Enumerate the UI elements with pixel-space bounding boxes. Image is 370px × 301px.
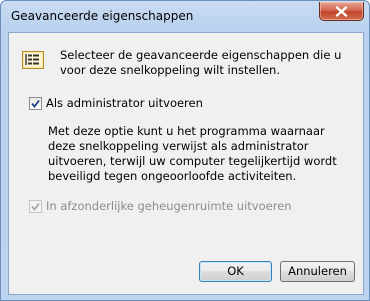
run-as-admin-checkbox[interactable]: [29, 96, 42, 110]
run-as-admin-option[interactable]: Als administrator uitvoeren: [29, 96, 203, 110]
dialog-window: Geavanceerde eigenschappen Selecteer de …: [0, 0, 370, 301]
properties-icon: [22, 51, 44, 69]
title-bar[interactable]: Geavanceerde eigenschappen: [1, 1, 369, 32]
separate-memory-label: In afzonderlijke geheugenruimte uitvoere…: [46, 199, 292, 213]
intro-text: Selecteer de geavanceerde eigenschappen …: [60, 48, 342, 77]
ok-button[interactable]: OK: [199, 261, 272, 282]
cancel-button[interactable]: Annuleren: [280, 261, 355, 282]
checkmark-icon: [31, 202, 40, 211]
checkmark-icon: [31, 99, 40, 108]
separate-memory-checkbox: [29, 199, 42, 213]
separate-memory-option: In afzonderlijke geheugenruimte uitvoere…: [29, 199, 292, 213]
run-as-admin-label: Als administrator uitvoeren: [46, 96, 203, 110]
dialog-title: Geavanceerde eigenschappen: [11, 9, 194, 23]
close-button[interactable]: [319, 2, 364, 21]
admin-description: Met deze optie kunt u het programma waar…: [48, 124, 337, 183]
close-icon: [335, 6, 348, 17]
dialog-content: Selecteer de geavanceerde eigenschappen …: [8, 32, 364, 295]
